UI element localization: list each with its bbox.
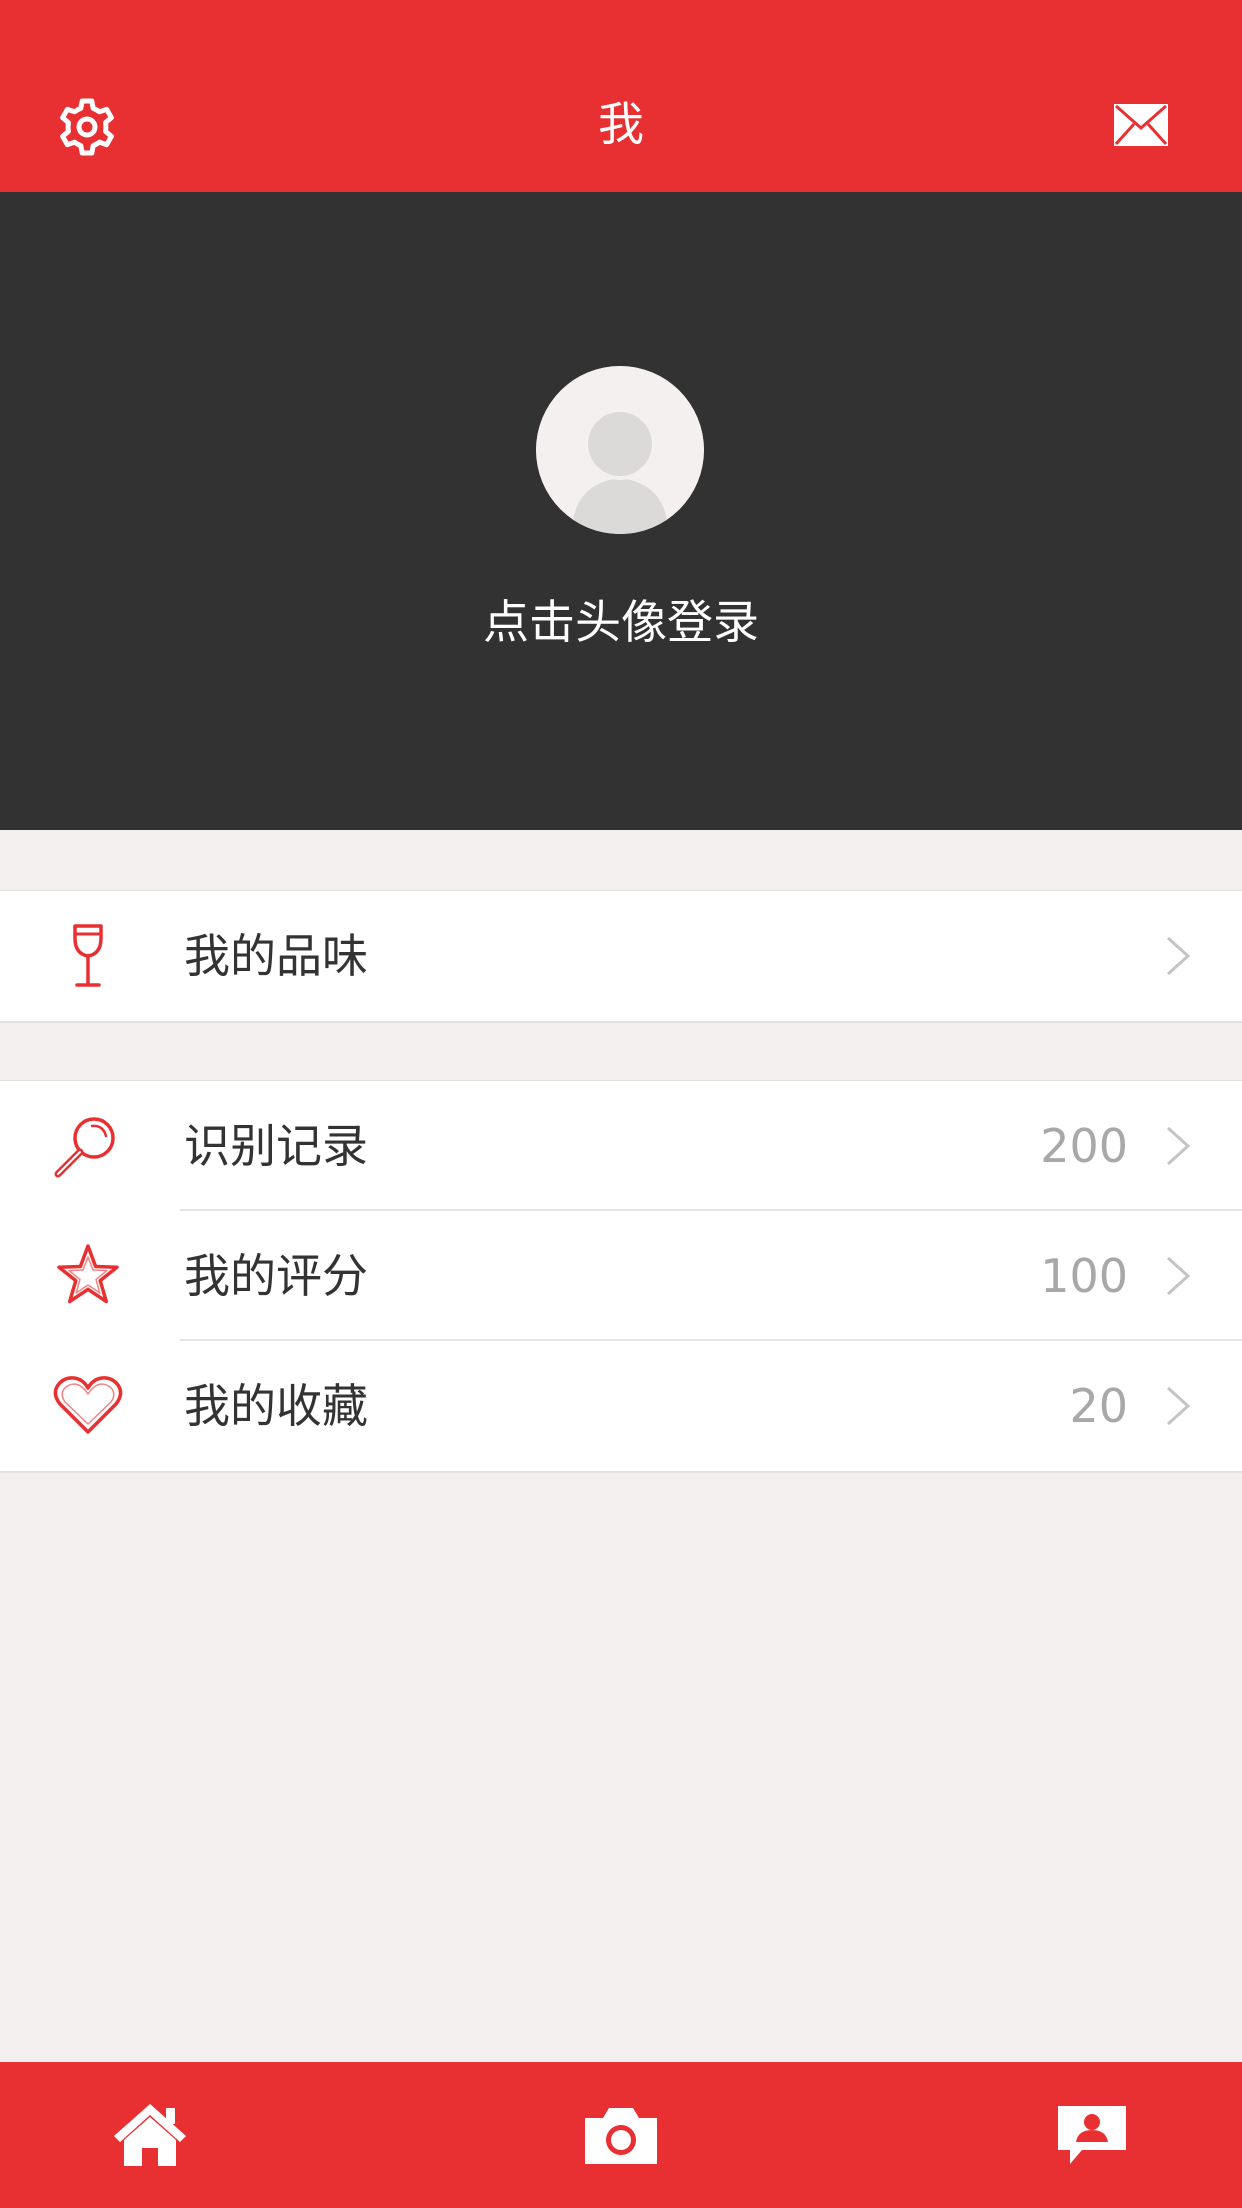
list-item-my-taste[interactable]: 我的品味	[0, 891, 1242, 1021]
menu-group-taste: 我的品味	[0, 890, 1242, 1023]
list-item-label: 我的评分	[184, 1249, 368, 1303]
list-item-recognition-history[interactable]: 识别记录 200	[0, 1081, 1242, 1211]
count-badge: 20	[1069, 1379, 1128, 1433]
heart-icon	[53, 1376, 123, 1434]
mail-icon[interactable]	[1114, 104, 1168, 146]
avatar[interactable]	[536, 366, 704, 534]
profile-header: 点击头像登录	[0, 192, 1242, 830]
list-item-label: 识别记录	[184, 1119, 368, 1173]
list-item-label: 我的收藏	[184, 1379, 368, 1433]
bottom-tab-bar	[0, 2062, 1242, 2208]
chevron-right-icon	[1166, 1126, 1191, 1166]
top-nav-bar: 我	[0, 0, 1242, 192]
menu-group-records: 识别记录 200 我的评分 100 我的收藏 20	[0, 1080, 1242, 1473]
magnifier-icon	[54, 1117, 115, 1178]
wine-glass-icon	[73, 924, 103, 987]
avatar-placeholder-icon	[536, 366, 704, 534]
star-icon	[57, 1244, 119, 1304]
list-item-label: 我的品味	[184, 929, 368, 983]
page-title: 我	[598, 97, 644, 151]
count-badge: 100	[1040, 1249, 1128, 1303]
count-badge: 200	[1040, 1119, 1128, 1173]
login-prompt[interactable]: 点击头像登录	[0, 592, 1242, 652]
list-item-my-favorites[interactable]: 我的收藏 20	[0, 1341, 1242, 1471]
chevron-right-icon	[1166, 1386, 1191, 1426]
camera-icon[interactable]	[581, 2100, 661, 2170]
chevron-right-icon	[1166, 1256, 1191, 1296]
chevron-right-icon	[1166, 936, 1191, 976]
home-icon[interactable]	[110, 2100, 190, 2170]
list-item-my-ratings[interactable]: 我的评分 100	[0, 1211, 1242, 1341]
profile-chat-icon[interactable]	[1052, 2100, 1132, 2170]
